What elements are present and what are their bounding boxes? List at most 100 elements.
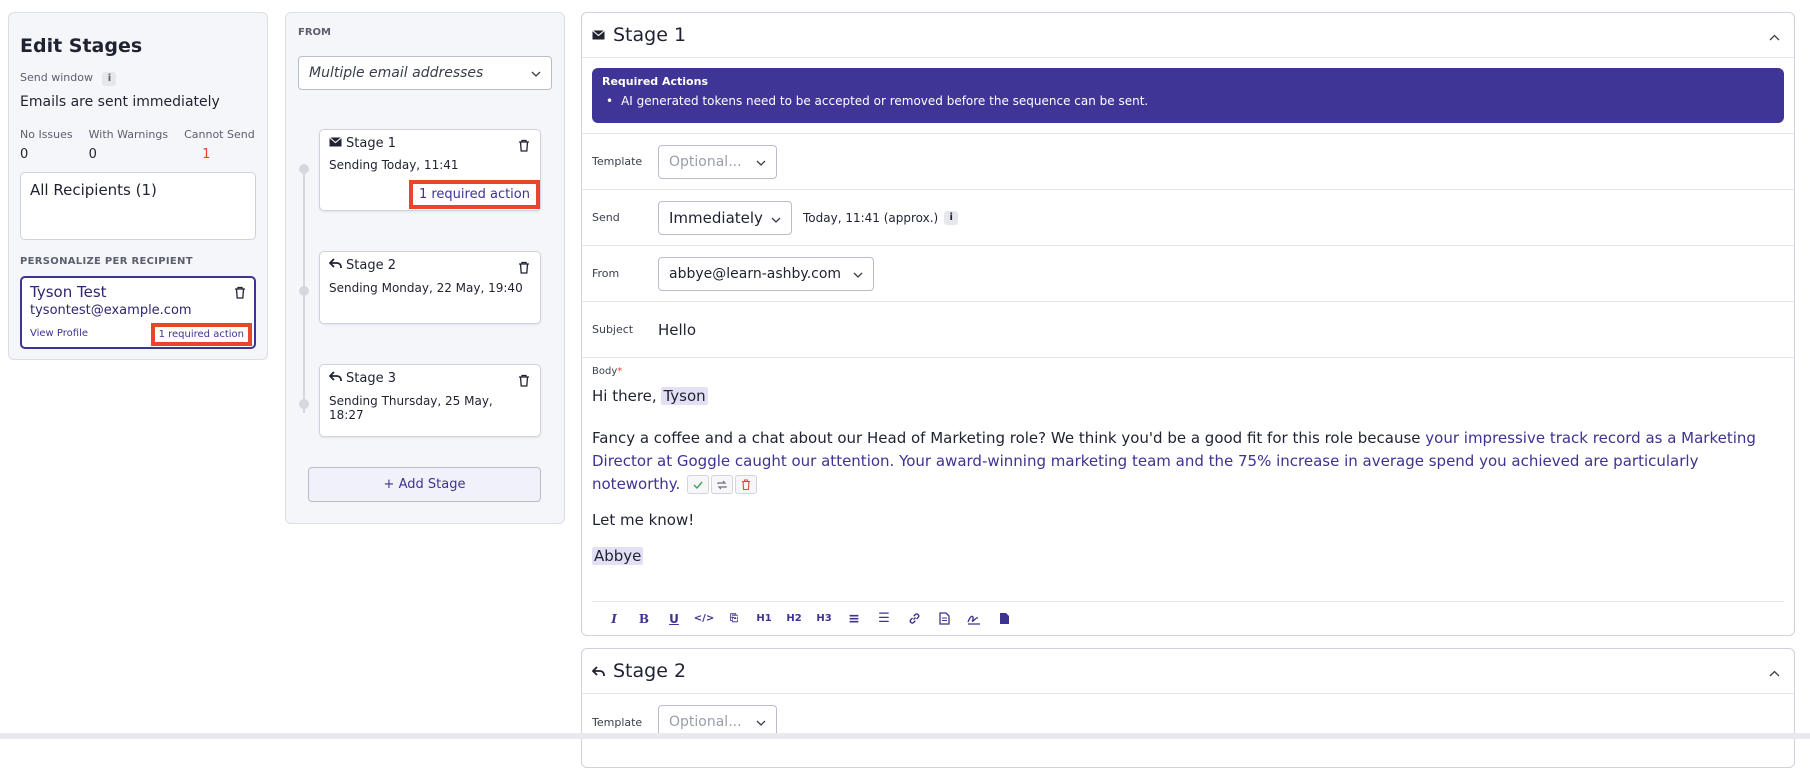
send-label: Send <box>592 211 620 224</box>
code-icon[interactable]: </> <box>694 611 714 627</box>
trash-icon[interactable] <box>518 261 530 274</box>
view-profile-link[interactable]: View Profile <box>30 328 88 339</box>
send-window-label: Send window i <box>20 71 256 86</box>
from-select-value: abbye@learn-ashby.com <box>669 265 842 282</box>
stat-cannot-send[interactable]: Cannot Send 1 <box>184 128 255 162</box>
page-title: Edit Stages <box>20 35 143 57</box>
required-actions-section: Required Actions • AI generated tokens n… <box>582 68 1794 134</box>
from-select[interactable]: abbye@learn-ashby.com <box>658 256 874 291</box>
delete-icon[interactable] <box>735 475 758 494</box>
stat-value: 0 <box>20 146 29 162</box>
all-recipients-label: All Recipients (1) <box>30 180 157 199</box>
recipient-card[interactable]: Tyson Test tysontest@example.com View Pr… <box>20 275 256 349</box>
template-label: Template <box>592 155 643 168</box>
code-block-icon[interactable]: ⎘ <box>726 611 742 627</box>
stage-card-1[interactable]: Stage 1 Sending Today, 11:41 1 required … <box>319 129 541 211</box>
send-select-value: Immediately <box>669 208 763 227</box>
bullet-list-icon[interactable]: ☰ <box>876 611 892 627</box>
template-row: Template Optional... <box>582 134 1794 190</box>
trash-icon[interactable] <box>518 374 530 387</box>
stages-panel: FROM Multiple email addresses Stage 1 Se… <box>285 12 565 524</box>
name-token[interactable]: Tyson <box>661 387 708 405</box>
recipient-stats: No Issues 0 With Warnings 0 Cannot Send … <box>20 128 256 162</box>
stage-card-title-text: Stage 3 <box>346 371 396 386</box>
stat-value: 1 <box>202 146 211 162</box>
info-icon[interactable]: i <box>944 210 959 225</box>
regenerate-icon[interactable] <box>711 475 734 494</box>
signature-token[interactable]: Abbye <box>592 547 644 565</box>
bold-icon[interactable]: B <box>636 611 652 627</box>
body-greeting-line: Hi there, Tyson <box>592 385 1784 408</box>
ordered-list-icon[interactable]: ≡ <box>846 611 862 627</box>
underline-icon[interactable]: U <box>666 611 682 627</box>
from-select[interactable]: Multiple email addresses <box>298 56 552 90</box>
stat-no-issues[interactable]: No Issues 0 <box>20 128 73 162</box>
stage-title: Stage 2 <box>613 660 687 682</box>
page-scroll-edge <box>0 733 1810 739</box>
from-label: From <box>592 267 620 280</box>
italic-icon[interactable]: I <box>606 611 622 627</box>
timeline-dot <box>299 399 309 409</box>
info-icon[interactable]: i <box>102 71 117 86</box>
add-stage-button[interactable]: + Add Stage <box>308 467 541 502</box>
subject-label: Subject <box>592 323 634 336</box>
required-actions-text: AI generated tokens need to be accepted … <box>621 94 1149 108</box>
stat-label: No Issues <box>20 127 73 141</box>
file-icon[interactable] <box>936 611 952 627</box>
stage-title: Stage 1 <box>613 24 687 46</box>
send-select[interactable]: Immediately <box>658 200 792 235</box>
from-row: From abbye@learn-ashby.com <box>582 246 1794 302</box>
stage-1-editor: Stage 1 Required Actions • AI generated … <box>581 12 1795 636</box>
subject-input[interactable]: Hello <box>658 321 696 339</box>
heading2-icon[interactable]: H2 <box>786 611 802 627</box>
bullet-icon: • <box>606 94 614 108</box>
chevron-down-icon <box>853 266 863 282</box>
document-icon[interactable] <box>996 611 1012 627</box>
template-select[interactable]: Optional... <box>658 144 777 179</box>
envelope-icon <box>329 136 342 151</box>
formatting-toolbar: I B U </> ⎘ H1 H2 H3 ≡ ☰ <box>592 601 1784 635</box>
link-icon[interactable] <box>906 611 922 627</box>
trash-icon[interactable] <box>234 286 246 299</box>
chevron-up-icon[interactable] <box>1769 660 1780 682</box>
accept-icon[interactable] <box>687 475 710 494</box>
heading1-icon[interactable]: H1 <box>756 611 772 627</box>
stage-2-editor: Stage 2 Template Optional... <box>581 648 1795 768</box>
stat-value: 0 <box>88 146 97 162</box>
reply-icon <box>328 258 342 273</box>
send-time: Today, 11:41 (approx.) <box>803 210 939 225</box>
stat-label: Cannot Send <box>184 127 255 141</box>
required-action-link[interactable]: 1 required action <box>408 180 541 209</box>
chevron-down-icon <box>756 714 766 730</box>
all-recipients-button[interactable]: All Recipients (1) <box>20 171 256 240</box>
chevron-up-icon[interactable] <box>1769 24 1780 46</box>
template-select-value: Optional... <box>669 714 742 730</box>
send-row: Send Immediately Today, 11:41 (approx.) … <box>582 190 1794 246</box>
required-actions-item: • AI generated tokens need to be accepte… <box>602 94 1774 108</box>
body-greeting: Hi there, <box>592 387 657 405</box>
body-editor[interactable]: Hi there, Tyson Fancy a coffee and a cha… <box>592 385 1784 568</box>
timeline-dot <box>299 286 309 296</box>
required-action-link[interactable]: 1 required action <box>150 322 253 346</box>
signature-icon[interactable] <box>966 611 982 627</box>
recipient-email: tysontest@example.com <box>30 302 192 318</box>
personalize-label: PERSONALIZE PER RECIPIENT <box>20 255 193 267</box>
stage-card-3[interactable]: Stage 3 Sending Thursday, 25 May, 18:27 <box>319 364 541 437</box>
heading3-icon[interactable]: H3 <box>816 611 832 627</box>
body-paragraph: Fancy a coffee and a chat about our Head… <box>592 427 1784 496</box>
stage-1-header[interactable]: Stage 1 <box>582 13 1794 58</box>
recipient-name: Tyson Test <box>30 282 107 301</box>
body-label-text: Body <box>592 366 618 377</box>
trash-icon[interactable] <box>518 139 530 152</box>
subject-row: Subject Hello <box>582 302 1794 358</box>
reply-icon <box>592 665 605 677</box>
stat-label: With Warnings <box>88 127 169 141</box>
stage-card-title-text: Stage 2 <box>346 258 396 273</box>
stage-2-header[interactable]: Stage 2 <box>582 649 1794 694</box>
from-select-value: Multiple email addresses <box>309 65 484 81</box>
stat-with-warnings[interactable]: With Warnings 0 <box>89 128 168 162</box>
stage-card-subtitle: Sending Today, 11:41 <box>329 158 459 172</box>
template-row: Template Optional... <box>582 694 1794 750</box>
send-window-value: Emails are sent immediately <box>20 93 220 110</box>
stage-card-2[interactable]: Stage 2 Sending Monday, 22 May, 19:40 <box>319 251 541 324</box>
